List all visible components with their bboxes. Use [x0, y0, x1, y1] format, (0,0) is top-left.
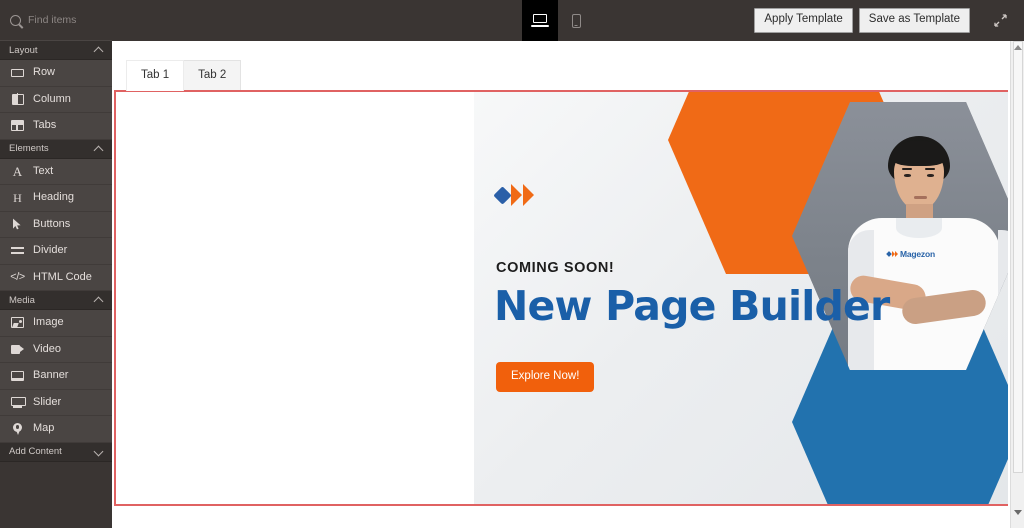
- sidebar-item-slider[interactable]: Slider: [0, 389, 112, 416]
- cursor-icon: [11, 218, 24, 231]
- sidebar-item-row[interactable]: Row: [0, 60, 112, 87]
- vertical-scrollbar[interactable]: [1010, 41, 1024, 528]
- sidebar-item-tabs[interactable]: Tabs: [0, 113, 112, 140]
- selected-element-outline[interactable]: Magezon COMING SOON! New Page Builder Ex…: [114, 90, 1008, 506]
- explore-now-button[interactable]: Explore Now!: [496, 362, 595, 392]
- sidebar-section-layout[interactable]: Layout: [0, 41, 112, 60]
- sidebar-item-buttons[interactable]: Buttons: [0, 211, 112, 238]
- image-icon: [11, 316, 24, 329]
- sidebar-item-label: Column: [33, 92, 71, 105]
- chevron-down-icon: [94, 447, 103, 456]
- divider-icon: [11, 244, 24, 257]
- left-sidebar: Layout Row Column Tabs Elements A Text H…: [0, 41, 112, 517]
- sidebar-item-text[interactable]: A Text: [0, 158, 112, 185]
- mobile-icon: [571, 13, 581, 28]
- sidebar-item-banner[interactable]: Banner: [0, 363, 112, 390]
- sidebar-item-label: Image: [33, 316, 64, 329]
- toolbar-middle: [112, 0, 754, 41]
- device-mobile-button[interactable]: [558, 0, 594, 41]
- sidebar-item-label: Text: [33, 164, 54, 177]
- magezon-chevron-logo: [493, 184, 534, 206]
- stage-bottom-strip: [112, 517, 1010, 528]
- banner-eyebrow-text: COMING SOON!: [496, 260, 615, 276]
- shirt-logo-text: Magezon: [900, 249, 935, 259]
- tab-2[interactable]: Tab 2: [183, 60, 242, 91]
- sidebar-item-label: HTML Code: [33, 270, 92, 283]
- chevron-up-icon: [94, 46, 103, 55]
- tab-1[interactable]: Tab 1: [126, 60, 185, 91]
- heading-icon: H: [13, 190, 22, 205]
- content-tabs: Tab 1 Tab 2: [126, 60, 242, 91]
- sidebar-item-heading[interactable]: H Heading: [0, 185, 112, 212]
- logo-chevron-1: [511, 184, 522, 206]
- sidebar-item-label: Tabs: [33, 119, 57, 132]
- expand-fullscreen-button[interactable]: [988, 9, 1012, 33]
- toolbar-actions: Apply Template Save as Template: [754, 0, 1024, 41]
- chevron-up-icon: [94, 296, 103, 305]
- sidebar-section-label: Media: [9, 294, 35, 306]
- editor-stage: Tab 1 Tab 2 Magezon COMING SOON! New Pag…: [112, 41, 1010, 528]
- device-desktop-button[interactable]: [522, 0, 558, 41]
- page-builder-app: Apply Template Save as Template Layout R…: [0, 0, 1024, 528]
- sidebar-item-label: Video: [33, 342, 61, 355]
- sidebar-item-divider[interactable]: Divider: [0, 238, 112, 265]
- page-canvas: Tab 1 Tab 2 Magezon COMING SOON! New Pag…: [112, 41, 1010, 528]
- row-icon: [11, 66, 24, 79]
- sidebar-item-label: Buttons: [33, 217, 71, 230]
- sidebar-footer-strip: [0, 517, 112, 528]
- sidebar-item-label: Heading: [33, 191, 74, 204]
- top-toolbar: Apply Template Save as Template: [0, 0, 1024, 41]
- expand-arrows-icon: [993, 14, 1007, 27]
- device-preview-switcher: [522, 0, 594, 41]
- sidebar-item-label: Row: [33, 66, 56, 79]
- sidebar-section-label: Elements: [9, 143, 49, 154]
- logo-diamond-shape: [493, 185, 512, 205]
- banner-headline: New Page Builder: [494, 282, 890, 330]
- video-icon: [11, 343, 24, 356]
- scrollbar-thumb[interactable]: [1013, 41, 1023, 473]
- banner-element[interactable]: Magezon COMING SOON! New Page Builder Ex…: [474, 92, 1008, 504]
- sidebar-item-label: Map: [33, 422, 55, 435]
- banner-text-content: COMING SOON! New Page Builder Explore No…: [493, 92, 896, 504]
- sidebar-item-html-code[interactable]: </> HTML Code: [0, 264, 112, 291]
- html-code-icon: </>: [10, 271, 25, 284]
- sidebar-section-media[interactable]: Media: [0, 291, 112, 310]
- sidebar-item-label: Slider: [33, 395, 62, 408]
- sidebar-item-label: Banner: [33, 369, 69, 382]
- sidebar-item-video[interactable]: Video: [0, 336, 112, 363]
- search-icon: [10, 14, 21, 26]
- logo-chevron-2: [523, 184, 534, 206]
- search-input[interactable]: [28, 14, 106, 26]
- search-box[interactable]: [0, 0, 112, 41]
- sidebar-item-label: Divider: [33, 244, 68, 257]
- scroll-down-arrow-icon[interactable]: [1014, 510, 1022, 518]
- map-pin-icon: [11, 422, 24, 435]
- apply-template-button[interactable]: Apply Template: [754, 8, 853, 33]
- slider-icon: [11, 396, 26, 409]
- scroll-up-arrow-icon[interactable]: [1014, 45, 1022, 53]
- banner-icon: [11, 369, 24, 382]
- laptop-icon: [531, 14, 549, 27]
- sidebar-section-label: Add Content: [9, 446, 62, 457]
- sidebar-section-label: Layout: [9, 44, 38, 56]
- save-as-template-button[interactable]: Save as Template: [858, 8, 970, 33]
- sidebar-item-column[interactable]: Column: [0, 86, 112, 113]
- sidebar-section-elements[interactable]: Elements: [0, 139, 112, 159]
- tabs-icon: [11, 119, 24, 132]
- sidebar-section-add-content[interactable]: Add Content: [0, 442, 112, 462]
- sidebar-item-map[interactable]: Map: [0, 416, 112, 443]
- chevron-up-icon: [94, 144, 103, 153]
- sidebar-item-image[interactable]: Image: [0, 310, 112, 337]
- column-icon: [11, 93, 24, 106]
- text-icon: A: [12, 163, 23, 179]
